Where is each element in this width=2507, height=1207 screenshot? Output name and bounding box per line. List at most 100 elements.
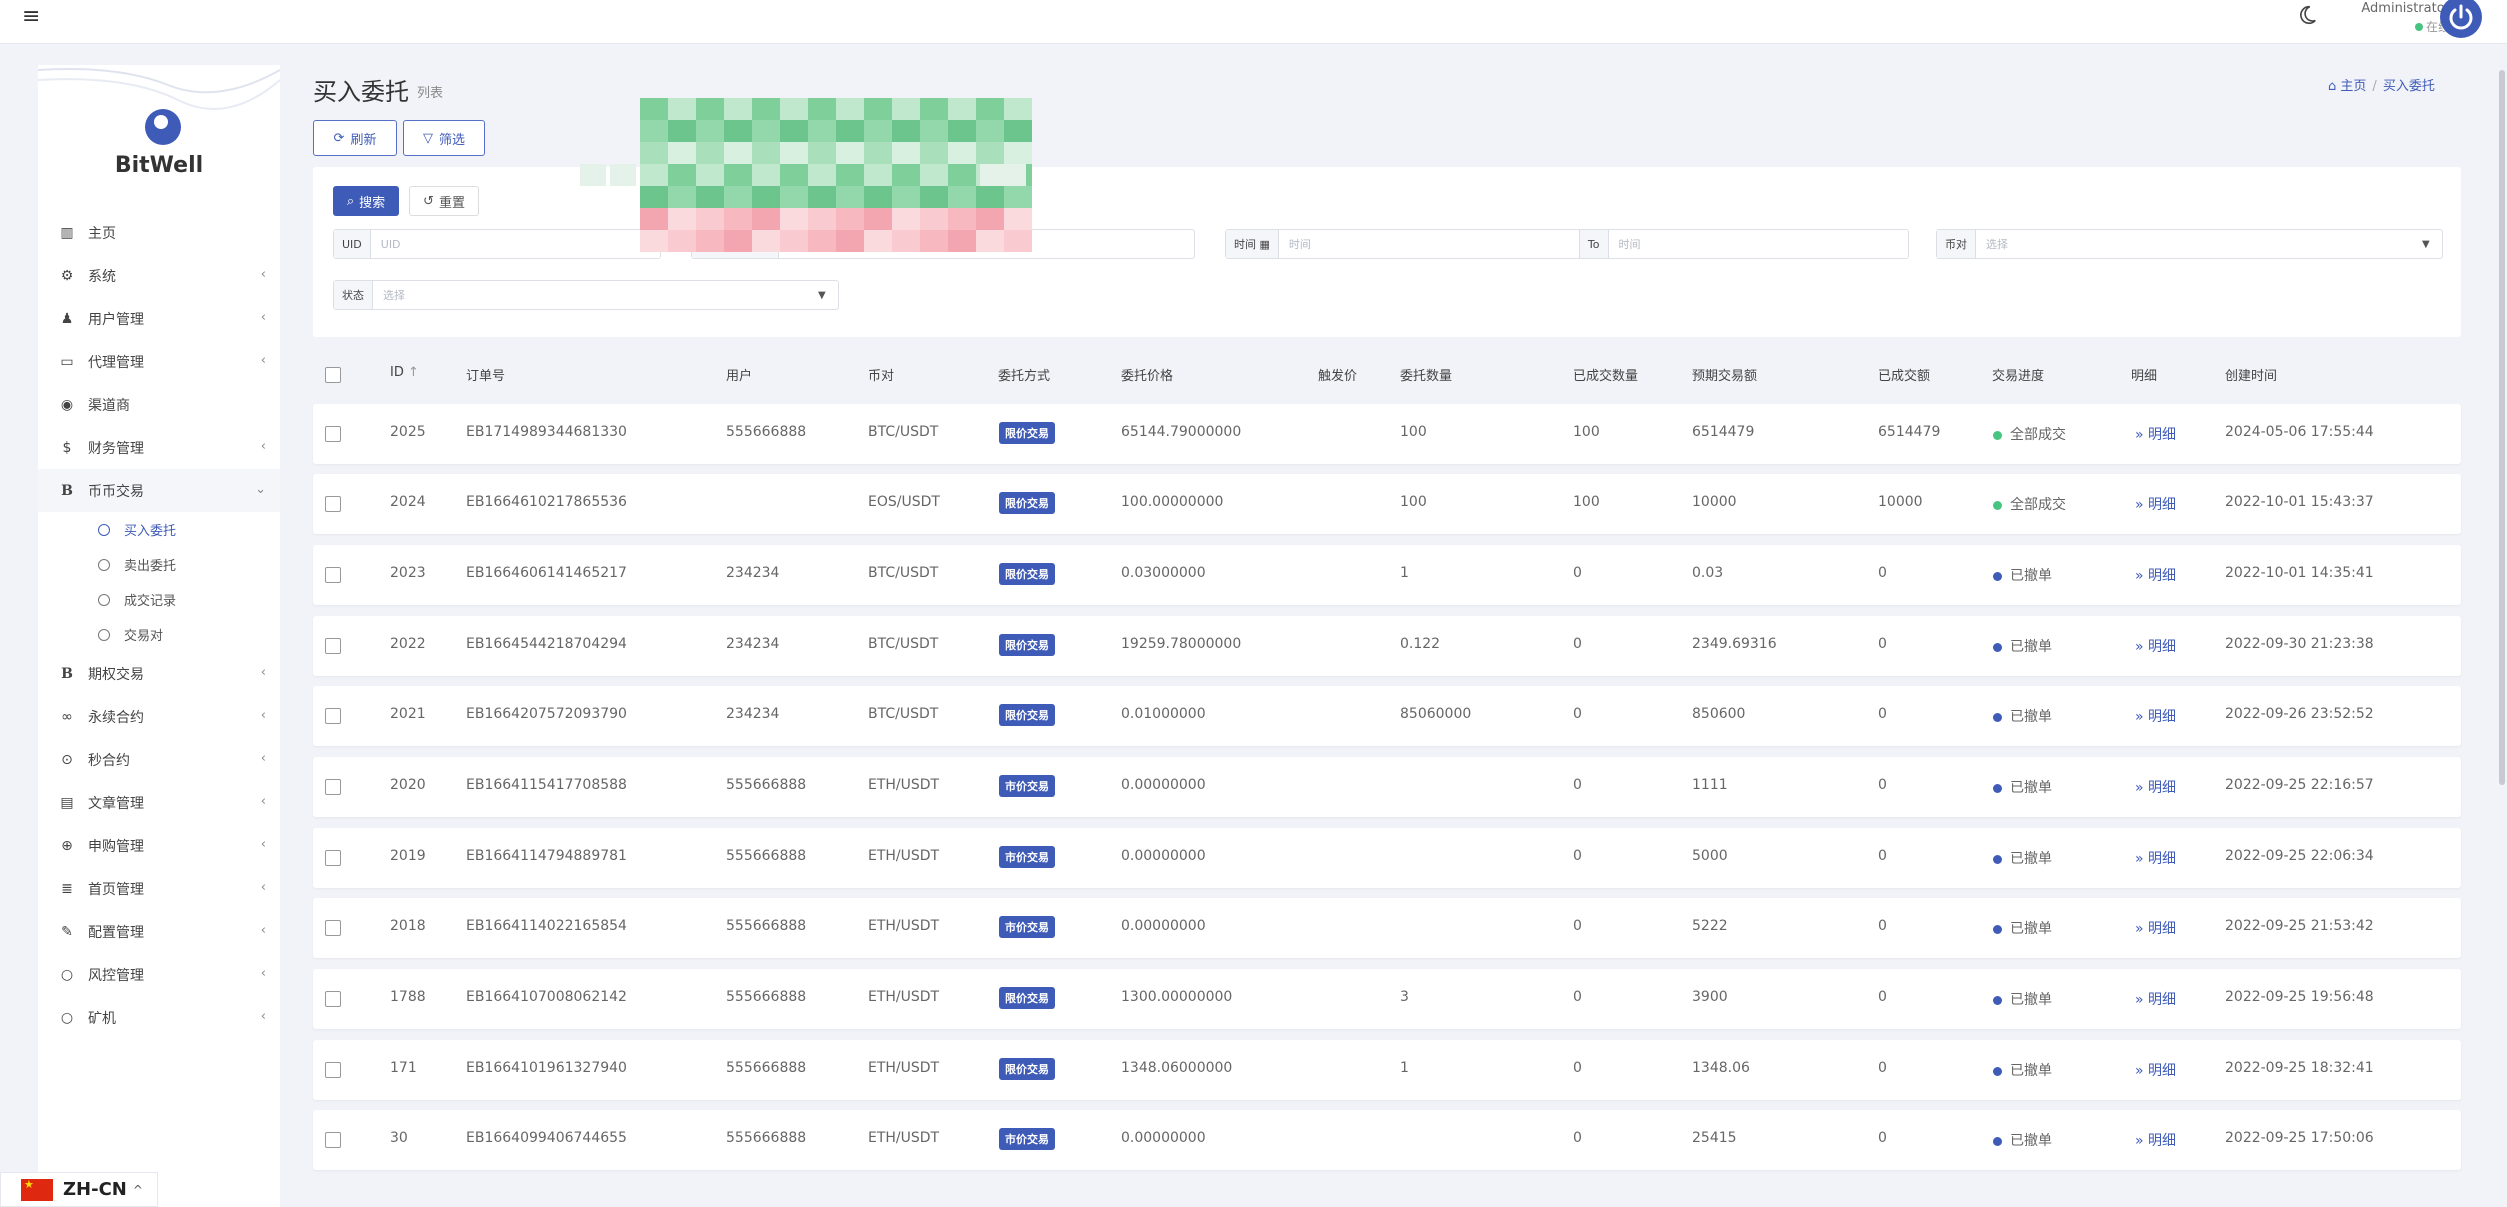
search-button[interactable]: ⌕ 搜索	[333, 186, 399, 216]
bitcoin-icon: B	[61, 665, 73, 682]
cell-qty: 100	[1400, 494, 1427, 510]
table-row[interactable]: 1788 EB1664107008062142 555666888 ETH/USDT 1…	[313, 969, 2461, 1029]
state-select[interactable]: 状态 选择 ▼	[333, 280, 839, 310]
sidebar-item[interactable]: ○ 矿机 ‹	[38, 996, 280, 1039]
cell-progress: 已撤单	[1993, 636, 2052, 656]
table-row[interactable]: 2020 EB1664115417708588 555666888 ETH/USDT 0…	[313, 757, 2461, 817]
sidebar-item[interactable]: ▭ 代理管理 ‹	[38, 340, 280, 383]
detail-link[interactable]: » 明细	[2135, 706, 2176, 726]
circle-icon	[98, 593, 110, 606]
home-icon: ⌂	[2328, 79, 2337, 94]
order-type-badge: 市价交易	[999, 846, 1055, 868]
sidebar-item[interactable]: B 期权交易 ‹	[38, 652, 280, 695]
cell-id: 171	[390, 1060, 417, 1076]
table-row[interactable]: 171 EB1664101961327940 555666888 ETH/USDT 13…	[313, 1040, 2461, 1100]
breadcrumb-current: 买入委托	[2382, 79, 2435, 94]
row-checkbox[interactable]	[325, 1132, 341, 1148]
table-row[interactable]: 30 EB1664099406744655 555666888 ETH/USDT 0.0…	[313, 1110, 2461, 1170]
sidebar-item[interactable]: ○ 风控管理 ‹	[38, 953, 280, 996]
power-icon[interactable]	[2440, 0, 2482, 38]
sidebar-item[interactable]: ⊕ 申购管理 ‹	[38, 824, 280, 867]
cell-qty: 100	[1400, 424, 1427, 440]
sidebar-item[interactable]: ∞ 永续合约 ‹	[38, 695, 280, 738]
cell-progress: 已撤单	[1993, 848, 2052, 868]
table-row[interactable]: 2018 EB1664114022165854 555666888 ETH/USDT 0…	[313, 898, 2461, 958]
sidebar-item[interactable]: $ 财务管理 ‹	[38, 426, 280, 469]
cell-order: EB1664107008062142	[466, 989, 627, 1005]
sidebar-item[interactable]: ◉ 渠道商	[38, 383, 280, 426]
page-scrollbar[interactable]	[2499, 70, 2505, 785]
row-checkbox[interactable]	[325, 426, 341, 442]
detail-link[interactable]: » 明细	[2135, 565, 2176, 585]
time-range-field[interactable]: 时间 ▦ 时间 To 时间	[1225, 229, 1909, 259]
cell-expected: 5222	[1692, 918, 1728, 934]
sidebar-item[interactable]: ▤ 文章管理 ‹	[38, 781, 280, 824]
sidebar-item[interactable]: ⚙ 系统 ‹	[38, 254, 280, 297]
table-row[interactable]: 2019 EB1664114794889781 555666888 ETH/USDT 0…	[313, 828, 2461, 888]
mosaic-block	[610, 164, 636, 186]
pair-select[interactable]: 币对 选择 ▼	[1936, 229, 2443, 259]
mosaic-block	[948, 98, 976, 120]
submenu-coin-trade: 买入委托 卖出委托 成交记录 交易对	[38, 512, 280, 652]
breadcrumb-home[interactable]: 主页	[2340, 79, 2366, 94]
user-info[interactable]: Administrator 在线	[2340, 0, 2450, 36]
table-row[interactable]: 2021 EB1664207572093790 234234 BTC/USDT 0.01…	[313, 686, 2461, 746]
table-row[interactable]: 2024 EB1664610217865536 EOS/USDT 100.000000…	[313, 474, 2461, 534]
row-checkbox[interactable]	[325, 496, 341, 512]
row-checkbox[interactable]	[325, 1062, 341, 1078]
table-row[interactable]: 2023 EB1664606141465217 234234 BTC/USDT 0.03…	[313, 545, 2461, 605]
table-row[interactable]: 2022 EB1664544218704294 234234 BTC/USDT 1925…	[313, 616, 2461, 676]
detail-link[interactable]: » 明细	[2135, 424, 2176, 444]
row-checkbox[interactable]	[325, 991, 341, 1007]
select-all-checkbox[interactable]	[325, 367, 341, 383]
detail-link[interactable]: » 明细	[2135, 1130, 2176, 1150]
detail-link[interactable]: » 明细	[2135, 848, 2176, 868]
detail-link[interactable]: » 明细	[2135, 636, 2176, 656]
row-checkbox[interactable]	[325, 779, 341, 795]
moon-icon[interactable]	[2296, 4, 2318, 26]
sidebar-item-label: 永续合约	[88, 709, 144, 726]
chevron-left-icon: ‹	[260, 966, 266, 981]
col-id[interactable]: ID ↑	[390, 365, 419, 380]
hamburger-icon[interactable]: ≡	[22, 4, 40, 29]
sidebar-item[interactable]: ♟ 用户管理 ‹	[38, 297, 280, 340]
mosaic-block	[864, 208, 892, 230]
row-checkbox[interactable]	[325, 708, 341, 724]
sidebar-item[interactable]: ▥ 主页	[38, 211, 280, 254]
cell-pair: BTC/USDT	[868, 424, 939, 440]
submenu-item[interactable]: 交易对	[38, 617, 280, 652]
language-switcher[interactable]: ZH-CN ^	[0, 1172, 158, 1207]
filter-button[interactable]: ▽ 筛选	[403, 120, 485, 156]
detail-link[interactable]: » 明细	[2135, 918, 2176, 938]
detail-link[interactable]: » 明细	[2135, 1060, 2176, 1080]
mosaic-block	[640, 98, 668, 120]
detail-link[interactable]: » 明细	[2135, 989, 2176, 1009]
row-checkbox[interactable]	[325, 850, 341, 866]
detail-link[interactable]: » 明细	[2135, 494, 2176, 514]
cell-user: 555666888	[726, 1060, 807, 1076]
reset-button[interactable]: ↺ 重置	[409, 186, 479, 216]
cell-qty: 3	[1400, 989, 1409, 1005]
chevron-left-icon: ‹	[260, 794, 266, 809]
mosaic-block	[780, 98, 808, 120]
sidebar-item[interactable]: ✎ 配置管理 ‹	[38, 910, 280, 953]
cell-progress: 全部成交	[1993, 494, 2066, 514]
mosaic-block	[780, 164, 808, 186]
row-checkbox[interactable]	[325, 920, 341, 936]
submenu-item[interactable]: 卖出委托	[38, 547, 280, 582]
row-checkbox[interactable]	[325, 567, 341, 583]
detail-link[interactable]: » 明细	[2135, 777, 2176, 797]
chevron-left-icon: ‹	[260, 353, 266, 368]
row-checkbox[interactable]	[325, 638, 341, 654]
cell-price: 19259.78000000	[1121, 636, 1242, 652]
submenu-item[interactable]: 成交记录	[38, 582, 280, 617]
sidebar-item[interactable]: ⊙ 秒合约 ‹	[38, 738, 280, 781]
table-row[interactable]: 2025 EB1714989344681330 555666888 BTC/USDT 6…	[313, 404, 2461, 464]
status-dot	[1993, 712, 2002, 722]
submenu-item[interactable]: 买入委托	[38, 512, 280, 547]
sidebar-item[interactable]: B 币币交易 ⌄	[38, 469, 280, 512]
cell-progress: 已撤单	[1993, 1130, 2052, 1150]
mosaic-block	[640, 186, 668, 208]
refresh-button[interactable]: ⟳ 刷新	[313, 120, 397, 156]
sidebar-item[interactable]: ≣ 首页管理 ‹	[38, 867, 280, 910]
